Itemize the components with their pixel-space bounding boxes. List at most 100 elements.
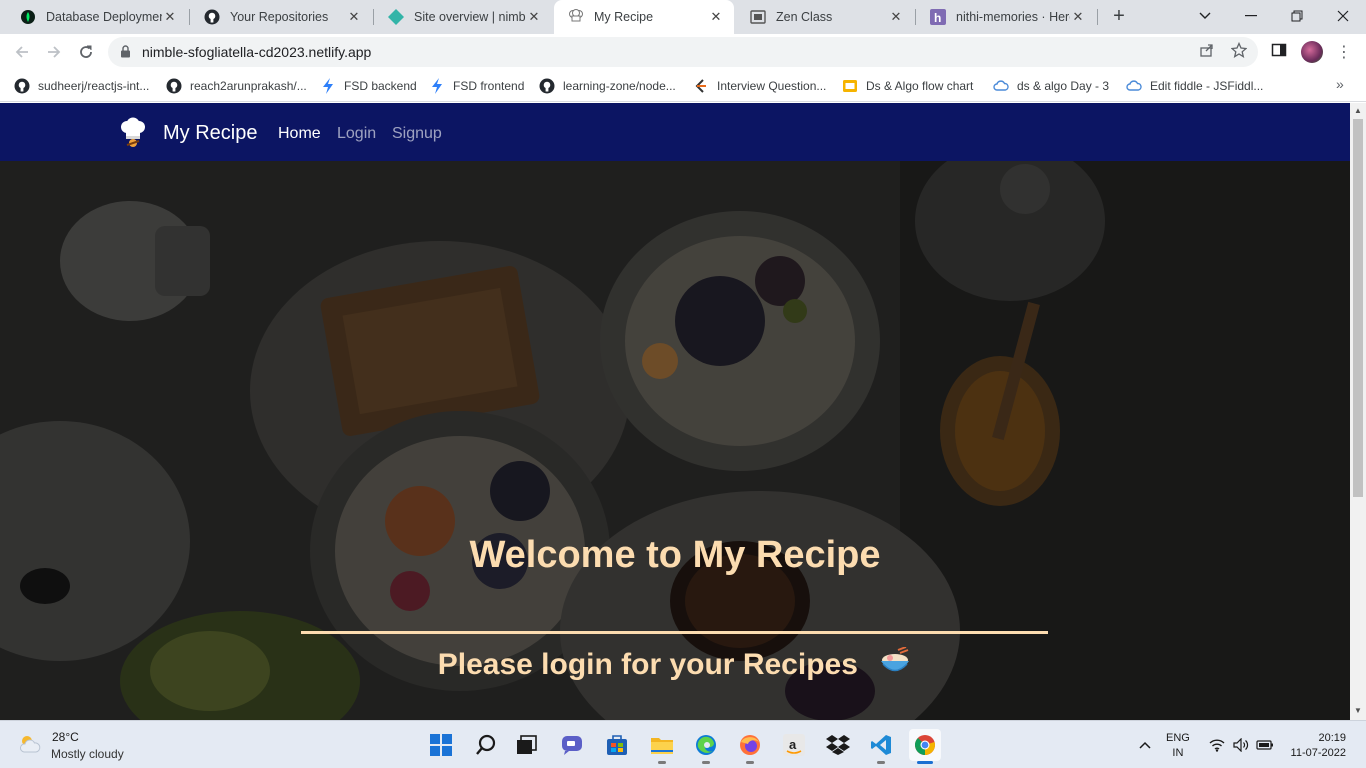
chef-hat-logo-icon[interactable]	[118, 117, 148, 149]
tab-my-recipe[interactable]: My Recipe ✕	[554, 0, 734, 34]
heroku-icon: h	[930, 9, 946, 25]
bookmark-item[interactable]: Interview Question...	[693, 76, 826, 96]
bookmark-item[interactable]: Edit fiddle - JSFiddl...	[1126, 76, 1263, 96]
minimize-icon[interactable]	[1228, 0, 1274, 32]
github-icon	[14, 78, 30, 94]
chat-icon[interactable]	[556, 729, 588, 761]
bookmark-label: FSD backend	[344, 79, 417, 93]
page-viewport: My Recipe Home Login Signup Welcome to M…	[0, 103, 1350, 720]
weather-temperature[interactable]: 28°C	[52, 730, 79, 744]
volume-icon[interactable]	[1232, 736, 1250, 754]
url-text: nimble-sfogliatella-cd2023.netlify.app	[142, 44, 372, 60]
bookmark-item[interactable]: ds & algo Day - 3	[993, 76, 1109, 96]
bowl-emoji-icon	[878, 646, 912, 685]
store-icon[interactable]	[601, 729, 633, 761]
battery-icon[interactable]	[1256, 736, 1274, 754]
tray-overflow-chevron-icon[interactable]	[1136, 736, 1154, 754]
new-tab-button[interactable]: +	[1108, 5, 1130, 27]
github-icon	[204, 9, 220, 25]
page-scrollbar[interactable]: ▲ ▼	[1350, 103, 1366, 720]
tab-title: Zen Class	[776, 10, 833, 24]
edge-icon[interactable]	[690, 729, 722, 764]
weather-condition[interactable]: Mostly cloudy	[51, 747, 124, 761]
lock-icon[interactable]	[120, 45, 131, 63]
close-icon[interactable]: ✕	[1070, 9, 1086, 25]
tab-zen-class[interactable]: Zen Class ✕	[736, 0, 914, 34]
close-icon[interactable]: ✕	[346, 9, 362, 25]
nav-signup-link[interactable]: Signup	[392, 125, 442, 143]
file-explorer-icon[interactable]	[646, 729, 678, 764]
bookmarks-bar: sudheerj/reactjs-int... reach2arunprakas…	[0, 70, 1366, 102]
lang-code: ENG	[1166, 732, 1190, 744]
close-icon[interactable]: ✕	[708, 9, 724, 25]
amazon-icon[interactable]: a	[778, 729, 810, 761]
scroll-up-arrow-icon[interactable]: ▲	[1354, 106, 1362, 115]
brand-name[interactable]: My Recipe	[163, 122, 257, 145]
scroll-down-arrow-icon[interactable]: ▼	[1354, 706, 1362, 715]
github-icon	[539, 78, 555, 94]
tab-database-deployments[interactable]: Database Deployments ✕	[6, 0, 188, 34]
hero-subtitle: Please login for your Recipes	[437, 647, 858, 681]
scroll-thumb[interactable]	[1353, 119, 1363, 497]
bookmark-label: Interview Question...	[717, 79, 827, 93]
chrome-icon[interactable]	[909, 729, 941, 764]
tab-title: Site overview | nimble	[414, 10, 526, 24]
system-clock[interactable]: 20:19 11-07-2022	[1286, 731, 1346, 761]
bookmark-item[interactable]: FSD frontend	[429, 76, 524, 96]
bookmark-item[interactable]: learning-zone/node...	[539, 76, 676, 96]
hero-dark-overlay	[0, 161, 1350, 720]
bookmarks-overflow-button[interactable]: »	[1336, 76, 1344, 92]
bookmark-label: FSD frontend	[453, 79, 525, 93]
lang-region: IN	[1172, 747, 1184, 759]
tab-site-overview[interactable]: Site overview | nimble ✕	[374, 0, 552, 34]
search-icon[interactable]	[470, 729, 502, 761]
browser-toolbar: nimble-sfogliatella-cd2023.netlify.app ⋮	[0, 34, 1366, 70]
tab-your-repositories[interactable]: Your Repositories ✕	[190, 0, 372, 34]
nav-login-link[interactable]: Login	[337, 125, 376, 143]
svg-text:h: h	[934, 11, 941, 25]
back-arrow-icon[interactable]	[10, 40, 34, 64]
reload-icon[interactable]	[74, 40, 98, 64]
svg-text:a: a	[789, 737, 797, 752]
vscode-icon[interactable]	[865, 729, 897, 764]
windows-start-icon[interactable]	[425, 729, 457, 761]
hero-banner: Welcome to My Recipe Please login for yo…	[0, 161, 1350, 720]
slides-icon	[842, 78, 858, 94]
tab-nithi-memories[interactable]: h nithi-memories · Hero ✕	[916, 0, 1096, 34]
bookmark-star-icon[interactable]	[1229, 40, 1249, 60]
address-bar[interactable]: nimble-sfogliatella-cd2023.netlify.app	[108, 37, 1258, 67]
bookmark-label: Ds & Algo flow chart	[866, 79, 974, 93]
firefox-icon[interactable]	[734, 729, 766, 764]
forward-arrow-icon[interactable]	[42, 40, 66, 64]
github-icon	[166, 78, 182, 94]
wifi-icon[interactable]	[1208, 736, 1226, 754]
close-icon[interactable]: ✕	[888, 9, 904, 25]
tab-title: Database Deployments	[46, 10, 162, 24]
tab-search-icon[interactable]	[1182, 0, 1228, 32]
tab-title: nithi-memories · Hero	[956, 10, 1070, 24]
share-icon[interactable]	[1197, 40, 1217, 60]
clock-time: 20:19	[1318, 732, 1346, 744]
partly-cloudy-icon[interactable]	[18, 733, 42, 755]
zen-class-icon	[750, 9, 766, 25]
task-view-icon[interactable]	[511, 729, 543, 761]
nav-home-link[interactable]: Home	[278, 125, 321, 143]
close-icon[interactable]: ✕	[526, 9, 542, 25]
restore-icon[interactable]	[1274, 0, 1320, 32]
bolt-icon	[429, 78, 445, 94]
side-panel-icon[interactable]	[1269, 40, 1289, 60]
dropbox-icon[interactable]	[822, 729, 854, 761]
language-indicator[interactable]: ENG IN	[1166, 731, 1190, 761]
menu-kebab-icon[interactable]: ⋮	[1336, 42, 1352, 62]
profile-avatar[interactable]	[1301, 41, 1323, 63]
bookmark-item[interactable]: FSD backend	[320, 76, 417, 96]
close-window-icon[interactable]	[1320, 0, 1366, 32]
tab-title: Your Repositories	[230, 10, 329, 24]
bookmark-item[interactable]: Ds & Algo flow chart	[842, 76, 973, 96]
bookmark-item[interactable]: reach2arunprakash/...	[166, 76, 307, 96]
close-icon[interactable]: ✕	[162, 9, 178, 25]
bookmark-label: ds & algo Day - 3	[1017, 79, 1110, 93]
site-navbar: My Recipe Home Login Signup	[0, 103, 1350, 161]
bookmark-item[interactable]: sudheerj/reactjs-int...	[14, 76, 149, 96]
tab-title: My Recipe	[594, 10, 654, 24]
